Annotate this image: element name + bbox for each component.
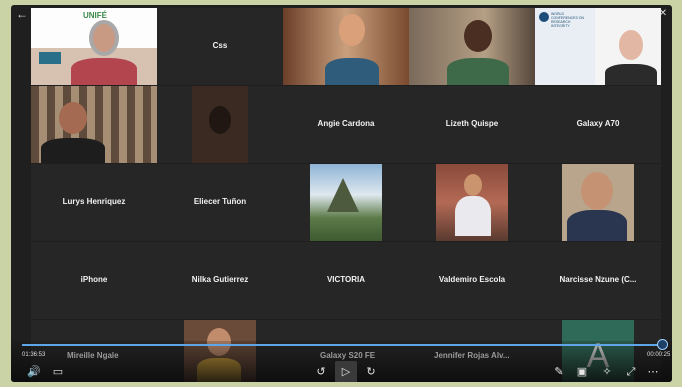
participant-tile: Eliecer Tuñon — [157, 164, 283, 241]
participant-video-tile — [409, 164, 535, 241]
participant-name: Jennifer Rojas Alv... — [434, 351, 510, 360]
participant-name: Narcisse Nzune (C... — [559, 275, 637, 284]
participant-video-tile — [283, 164, 409, 241]
participant-name: Galaxy S20 FE — [320, 351, 376, 360]
subtitles-icon[interactable]: ▭ — [50, 364, 66, 380]
participant-video-tile — [31, 86, 157, 163]
participant-tile: Lurys Henriquez — [31, 164, 157, 241]
current-time: 01:36:53 — [22, 352, 46, 358]
fullscreen-icon[interactable]: ⤢ — [623, 364, 639, 380]
participant-tile: iPhone — [31, 242, 157, 319]
participant-name: Lurys Henriquez — [62, 197, 126, 206]
participant-name: VICTORIA — [326, 275, 366, 284]
edit-icon[interactable]: ✎ — [551, 364, 567, 380]
participant-tile: Nilka Gutierrez — [157, 242, 283, 319]
video-player-window: ← — ◻ ✕ UNIFÉ Css WORLD CON — [11, 5, 672, 382]
crop-icon[interactable]: ▣ — [574, 364, 590, 380]
participant-name: Eliecer Tuñon — [193, 197, 247, 206]
play-icon[interactable]: ▷ — [335, 361, 357, 382]
participant-tile: VICTORIA — [283, 242, 409, 319]
participant-tile: Narcisse Nzune (C... — [535, 242, 661, 319]
participant-name: Lizeth Quispe — [445, 119, 499, 128]
participant-video-tile: WORLD CONFERENCES ON RESEARCH INTEGRITY — [535, 8, 661, 85]
participant-video-tile — [283, 8, 409, 85]
participant-name: Nilka Gutierrez — [191, 275, 249, 284]
seek-bar[interactable] — [22, 344, 662, 346]
conference-title: WORLD CONFERENCES ON RESEARCH INTEGRITY — [551, 12, 585, 28]
arrow-left-icon[interactable]: ← — [15, 7, 29, 21]
participant-name: iPhone — [80, 275, 108, 284]
unife-logo: UNIFÉ — [83, 11, 107, 20]
more-options-icon[interactable]: ⋯ — [645, 364, 661, 380]
conference-logo-icon — [539, 12, 549, 22]
participant-tile: Lizeth Quispe — [409, 86, 535, 163]
participant-video-tile — [409, 8, 535, 85]
participant-video-tile — [535, 164, 661, 241]
participant-name: Css — [212, 41, 228, 50]
seek-handle[interactable] — [657, 339, 668, 350]
participant-video-tile — [157, 86, 283, 163]
screen: ← — ◻ ✕ UNIFÉ Css WORLD CON — [0, 0, 682, 387]
participant-tile: Angie Cardona — [283, 86, 409, 163]
participant-name: Mireille Ngale — [67, 351, 119, 360]
participant-name: Galaxy A70 — [576, 119, 620, 128]
participant-tile: Galaxy A70 — [535, 86, 661, 163]
skip-back-icon[interactable]: ↺ — [313, 364, 329, 380]
participant-tile: Css — [157, 8, 283, 85]
volume-icon[interactable]: 🔊 — [26, 364, 42, 380]
participant-name: Valdemiro Escola — [438, 275, 506, 284]
skip-forward-icon[interactable]: ↻ — [363, 364, 379, 380]
end-time: 00:00:25 — [647, 352, 671, 358]
participant-tile: Valdemiro Escola — [409, 242, 535, 319]
participant-video-tile: UNIFÉ — [31, 8, 157, 85]
participant-name: Angie Cardona — [317, 119, 375, 128]
effects-icon[interactable]: ✧ — [599, 364, 615, 380]
